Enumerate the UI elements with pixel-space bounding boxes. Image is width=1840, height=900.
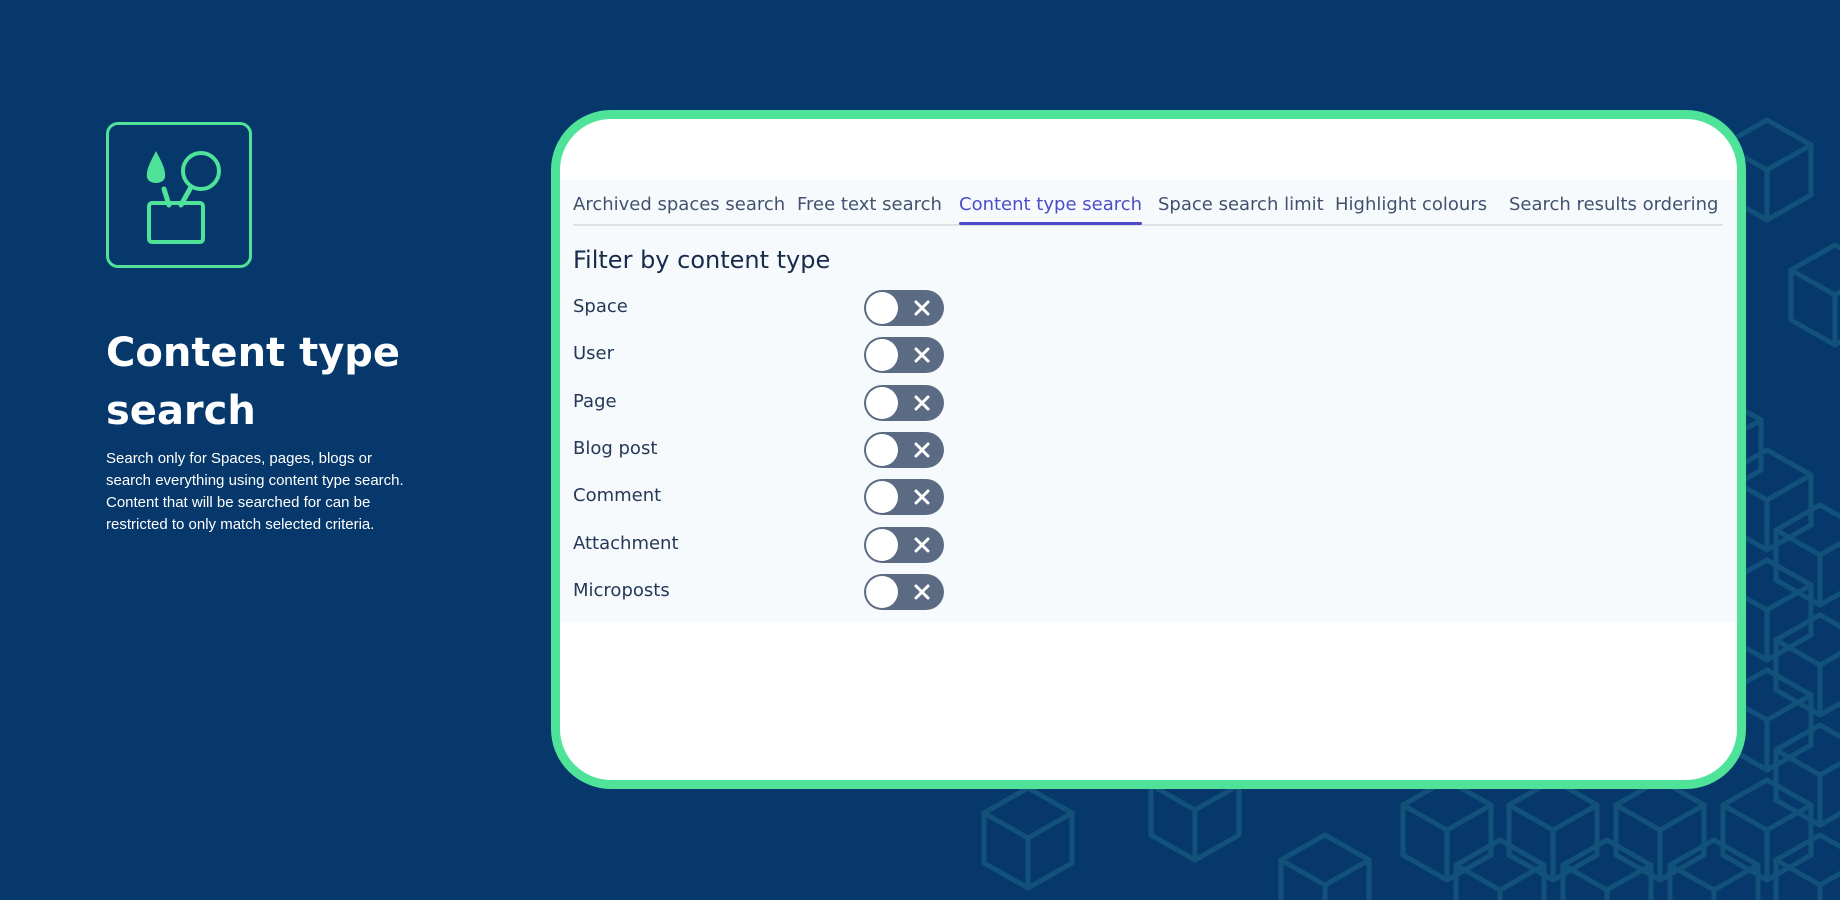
close-icon bbox=[914, 347, 930, 363]
close-icon bbox=[914, 442, 930, 458]
filter-row-microposts: Microposts bbox=[573, 571, 973, 611]
filter-row-page: Page bbox=[573, 382, 973, 422]
filter-row-attachment: Attachment bbox=[573, 524, 973, 564]
toggle-knob bbox=[866, 576, 898, 608]
filter-label: Blog post bbox=[573, 438, 658, 459]
tab-archived-spaces-search[interactable]: Archived spaces search bbox=[573, 194, 785, 224]
app-screenshot-frame: Archived spaces search Free text search … bbox=[551, 110, 1746, 789]
space-toggle[interactable] bbox=[864, 290, 944, 326]
close-icon bbox=[914, 395, 930, 411]
filter-label: Space bbox=[573, 296, 628, 317]
filter-label: Microposts bbox=[573, 580, 670, 601]
tab-content-type-search[interactable]: Content type search bbox=[959, 194, 1143, 225]
toggle-knob bbox=[866, 387, 898, 419]
close-icon bbox=[914, 537, 930, 553]
blog-post-toggle[interactable] bbox=[864, 432, 944, 468]
attachment-toggle[interactable] bbox=[864, 527, 944, 563]
toggle-knob bbox=[866, 292, 898, 324]
hero-title-line1: Content type bbox=[106, 330, 401, 376]
comment-toggle[interactable] bbox=[864, 479, 944, 515]
filter-section-heading: Filter by content type bbox=[573, 246, 831, 274]
feature-icon-frame bbox=[106, 122, 252, 268]
toggle-knob bbox=[866, 481, 898, 513]
filter-row-blog-post: Blog post bbox=[573, 429, 973, 469]
close-icon bbox=[914, 584, 930, 600]
hero-title: Content type search bbox=[106, 324, 436, 440]
hero-description: Search only for Spaces, pages, blogs or … bbox=[106, 450, 404, 533]
hero-title-line2: search bbox=[106, 388, 256, 434]
filter-row-space: Space bbox=[573, 287, 973, 327]
filter-row-user: User bbox=[573, 334, 973, 374]
paintbrush-magnifier-cup-icon bbox=[146, 151, 221, 244]
toggle-knob bbox=[866, 339, 898, 371]
content-type-settings-panel: Archived spaces search Free text search … bbox=[560, 180, 1737, 622]
close-icon bbox=[914, 300, 930, 316]
toggle-knob bbox=[866, 529, 898, 561]
filter-row-comment: Comment bbox=[573, 476, 973, 516]
tab-search-results-ordering[interactable]: Search results ordering bbox=[1509, 194, 1718, 224]
filter-label: User bbox=[573, 343, 615, 364]
tab-space-search-limit[interactable]: Space search limit bbox=[1158, 194, 1324, 224]
tab-highlight-colours[interactable]: Highlight colours bbox=[1335, 194, 1487, 224]
page-toggle[interactable] bbox=[864, 385, 944, 421]
user-toggle[interactable] bbox=[864, 337, 944, 373]
settings-tab-bar: Archived spaces search Free text search … bbox=[573, 180, 1723, 226]
filter-label: Page bbox=[573, 391, 617, 412]
filter-label: Comment bbox=[573, 485, 662, 506]
close-icon bbox=[914, 489, 930, 505]
filter-label: Attachment bbox=[573, 533, 679, 554]
microposts-toggle[interactable] bbox=[864, 574, 944, 610]
tab-free-text-search[interactable]: Free text search bbox=[797, 194, 942, 224]
toggle-knob bbox=[866, 434, 898, 466]
